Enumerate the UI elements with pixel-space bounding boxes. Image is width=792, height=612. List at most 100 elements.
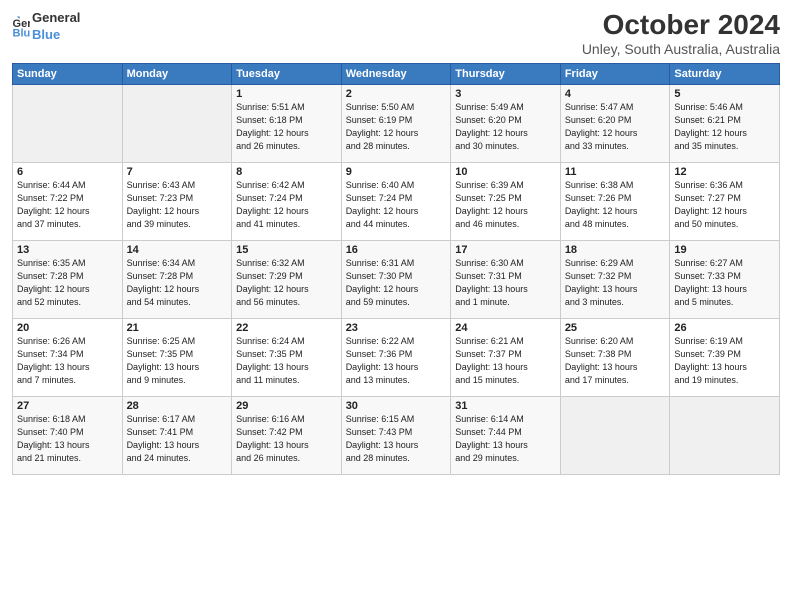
day-detail: Sunrise: 6:19 AMSunset: 7:39 PMDaylight:… — [674, 335, 775, 387]
day-number: 6 — [17, 166, 118, 178]
day-number: 14 — [127, 244, 228, 256]
day-cell: 2Sunrise: 5:50 AMSunset: 6:19 PMDaylight… — [341, 84, 451, 162]
day-cell: 17Sunrise: 6:30 AMSunset: 7:31 PMDayligh… — [451, 240, 561, 318]
calendar-table: SundayMondayTuesdayWednesdayThursdayFrid… — [12, 63, 780, 475]
day-number: 22 — [236, 322, 337, 334]
day-detail: Sunrise: 6:39 AMSunset: 7:25 PMDaylight:… — [455, 179, 556, 231]
header-cell-tuesday: Tuesday — [232, 63, 342, 84]
day-cell: 31Sunrise: 6:14 AMSunset: 7:44 PMDayligh… — [451, 396, 561, 474]
header: Gen Blue General Blue October 2024 Unley… — [12, 10, 780, 57]
day-number: 9 — [346, 166, 447, 178]
day-detail: Sunrise: 6:22 AMSunset: 7:36 PMDaylight:… — [346, 335, 447, 387]
day-detail: Sunrise: 5:49 AMSunset: 6:20 PMDaylight:… — [455, 101, 556, 153]
day-cell: 6Sunrise: 6:44 AMSunset: 7:22 PMDaylight… — [13, 162, 123, 240]
day-number: 26 — [674, 322, 775, 334]
day-cell: 23Sunrise: 6:22 AMSunset: 7:36 PMDayligh… — [341, 318, 451, 396]
month-title: October 2024 — [582, 10, 780, 41]
page: Gen Blue General Blue October 2024 Unley… — [0, 0, 792, 612]
day-cell: 7Sunrise: 6:43 AMSunset: 7:23 PMDaylight… — [122, 162, 232, 240]
day-number: 15 — [236, 244, 337, 256]
header-cell-saturday: Saturday — [670, 63, 780, 84]
day-detail: Sunrise: 6:30 AMSunset: 7:31 PMDaylight:… — [455, 257, 556, 309]
week-row-1: 1Sunrise: 5:51 AMSunset: 6:18 PMDaylight… — [13, 84, 780, 162]
day-number: 8 — [236, 166, 337, 178]
title-block: October 2024 Unley, South Australia, Aus… — [582, 10, 780, 57]
day-detail: Sunrise: 6:24 AMSunset: 7:35 PMDaylight:… — [236, 335, 337, 387]
day-cell: 13Sunrise: 6:35 AMSunset: 7:28 PMDayligh… — [13, 240, 123, 318]
day-number: 29 — [236, 400, 337, 412]
day-cell: 30Sunrise: 6:15 AMSunset: 7:43 PMDayligh… — [341, 396, 451, 474]
day-cell: 22Sunrise: 6:24 AMSunset: 7:35 PMDayligh… — [232, 318, 342, 396]
day-number: 13 — [17, 244, 118, 256]
day-detail: Sunrise: 5:46 AMSunset: 6:21 PMDaylight:… — [674, 101, 775, 153]
day-number: 28 — [127, 400, 228, 412]
logo-line2: Blue — [32, 27, 80, 44]
day-number: 27 — [17, 400, 118, 412]
day-cell — [670, 396, 780, 474]
day-cell: 12Sunrise: 6:36 AMSunset: 7:27 PMDayligh… — [670, 162, 780, 240]
header-cell-sunday: Sunday — [13, 63, 123, 84]
day-cell: 18Sunrise: 6:29 AMSunset: 7:32 PMDayligh… — [560, 240, 670, 318]
day-cell: 16Sunrise: 6:31 AMSunset: 7:30 PMDayligh… — [341, 240, 451, 318]
day-detail: Sunrise: 6:16 AMSunset: 7:42 PMDaylight:… — [236, 413, 337, 465]
day-number: 23 — [346, 322, 447, 334]
day-detail: Sunrise: 6:31 AMSunset: 7:30 PMDaylight:… — [346, 257, 447, 309]
week-row-5: 27Sunrise: 6:18 AMSunset: 7:40 PMDayligh… — [13, 396, 780, 474]
day-number: 3 — [455, 88, 556, 100]
day-detail: Sunrise: 6:20 AMSunset: 7:38 PMDaylight:… — [565, 335, 666, 387]
day-number: 4 — [565, 88, 666, 100]
day-cell: 10Sunrise: 6:39 AMSunset: 7:25 PMDayligh… — [451, 162, 561, 240]
day-detail: Sunrise: 5:47 AMSunset: 6:20 PMDaylight:… — [565, 101, 666, 153]
day-cell: 25Sunrise: 6:20 AMSunset: 7:38 PMDayligh… — [560, 318, 670, 396]
day-number: 16 — [346, 244, 447, 256]
day-detail: Sunrise: 6:35 AMSunset: 7:28 PMDaylight:… — [17, 257, 118, 309]
day-detail: Sunrise: 6:27 AMSunset: 7:33 PMDaylight:… — [674, 257, 775, 309]
week-row-4: 20Sunrise: 6:26 AMSunset: 7:34 PMDayligh… — [13, 318, 780, 396]
day-detail: Sunrise: 6:15 AMSunset: 7:43 PMDaylight:… — [346, 413, 447, 465]
day-detail: Sunrise: 6:43 AMSunset: 7:23 PMDaylight:… — [127, 179, 228, 231]
day-number: 2 — [346, 88, 447, 100]
day-number: 11 — [565, 166, 666, 178]
day-cell: 28Sunrise: 6:17 AMSunset: 7:41 PMDayligh… — [122, 396, 232, 474]
day-cell: 5Sunrise: 5:46 AMSunset: 6:21 PMDaylight… — [670, 84, 780, 162]
header-cell-monday: Monday — [122, 63, 232, 84]
day-detail: Sunrise: 6:29 AMSunset: 7:32 PMDaylight:… — [565, 257, 666, 309]
day-detail: Sunrise: 5:51 AMSunset: 6:18 PMDaylight:… — [236, 101, 337, 153]
day-detail: Sunrise: 6:34 AMSunset: 7:28 PMDaylight:… — [127, 257, 228, 309]
day-number: 17 — [455, 244, 556, 256]
logo-icon: Gen Blue — [12, 16, 30, 38]
day-detail: Sunrise: 6:26 AMSunset: 7:34 PMDaylight:… — [17, 335, 118, 387]
day-number: 24 — [455, 322, 556, 334]
day-detail: Sunrise: 6:38 AMSunset: 7:26 PMDaylight:… — [565, 179, 666, 231]
day-cell: 9Sunrise: 6:40 AMSunset: 7:24 PMDaylight… — [341, 162, 451, 240]
day-cell — [122, 84, 232, 162]
day-number: 5 — [674, 88, 775, 100]
day-cell — [13, 84, 123, 162]
day-number: 10 — [455, 166, 556, 178]
header-row: SundayMondayTuesdayWednesdayThursdayFrid… — [13, 63, 780, 84]
day-cell: 27Sunrise: 6:18 AMSunset: 7:40 PMDayligh… — [13, 396, 123, 474]
day-detail: Sunrise: 6:18 AMSunset: 7:40 PMDaylight:… — [17, 413, 118, 465]
logo: Gen Blue General Blue — [12, 10, 80, 44]
day-cell: 20Sunrise: 6:26 AMSunset: 7:34 PMDayligh… — [13, 318, 123, 396]
day-detail: Sunrise: 6:17 AMSunset: 7:41 PMDaylight:… — [127, 413, 228, 465]
day-detail: Sunrise: 6:14 AMSunset: 7:44 PMDaylight:… — [455, 413, 556, 465]
week-row-3: 13Sunrise: 6:35 AMSunset: 7:28 PMDayligh… — [13, 240, 780, 318]
day-detail: Sunrise: 6:25 AMSunset: 7:35 PMDaylight:… — [127, 335, 228, 387]
day-detail: Sunrise: 6:40 AMSunset: 7:24 PMDaylight:… — [346, 179, 447, 231]
day-number: 20 — [17, 322, 118, 334]
day-number: 18 — [565, 244, 666, 256]
day-cell: 21Sunrise: 6:25 AMSunset: 7:35 PMDayligh… — [122, 318, 232, 396]
day-number: 21 — [127, 322, 228, 334]
day-cell: 11Sunrise: 6:38 AMSunset: 7:26 PMDayligh… — [560, 162, 670, 240]
day-detail: Sunrise: 6:32 AMSunset: 7:29 PMDaylight:… — [236, 257, 337, 309]
day-number: 31 — [455, 400, 556, 412]
day-number: 30 — [346, 400, 447, 412]
header-cell-thursday: Thursday — [451, 63, 561, 84]
svg-text:Blue: Blue — [13, 27, 30, 38]
day-number: 25 — [565, 322, 666, 334]
day-detail: Sunrise: 6:42 AMSunset: 7:24 PMDaylight:… — [236, 179, 337, 231]
day-cell: 8Sunrise: 6:42 AMSunset: 7:24 PMDaylight… — [232, 162, 342, 240]
day-cell: 19Sunrise: 6:27 AMSunset: 7:33 PMDayligh… — [670, 240, 780, 318]
header-cell-wednesday: Wednesday — [341, 63, 451, 84]
